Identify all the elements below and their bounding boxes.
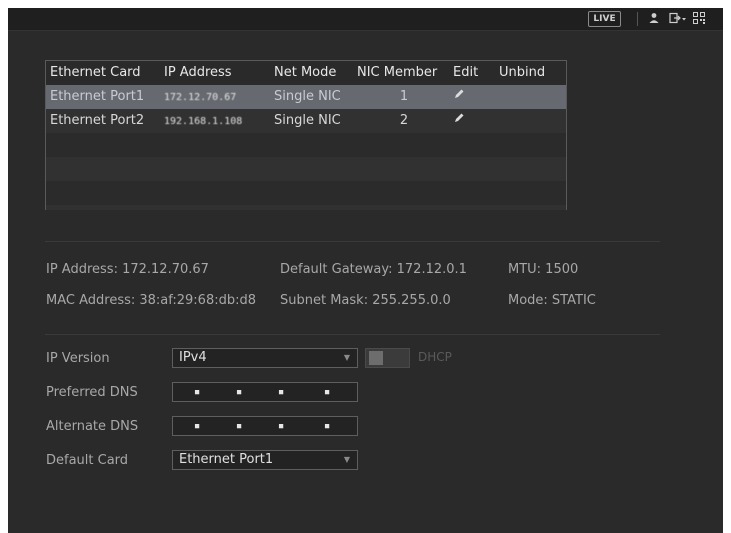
- row-ethernet-card: Ethernet Port2: [50, 113, 145, 128]
- unbind-cell: [495, 85, 565, 109]
- dns-octet[interactable]: ▪: [307, 419, 347, 432]
- row-ip-address: 172.12.70.67: [164, 92, 237, 103]
- row-ethernet-card: Ethernet Port1: [50, 89, 145, 104]
- info-mode: Mode: STATIC: [508, 293, 596, 308]
- header-nic-member: NIC Member: [357, 65, 438, 80]
- default-card-select[interactable]: Ethernet Port1 ▼: [172, 450, 358, 470]
- header-edit: Edit: [453, 65, 479, 80]
- table-row-empty: [46, 205, 566, 210]
- row-net-mode: Single NIC: [274, 113, 341, 128]
- dns-octet[interactable]: ▪: [261, 385, 301, 398]
- info-subnet-mask: Subnet Mask: 255.255.0.0: [280, 293, 451, 308]
- user-icon[interactable]: [647, 12, 661, 26]
- dhcp-label: DHCP: [418, 350, 452, 364]
- toggle-knob: [369, 351, 383, 365]
- header-ip-address: IP Address: [164, 65, 232, 80]
- live-button[interactable]: LIVE: [588, 11, 621, 27]
- info-mtu: MTU: 1500: [508, 262, 579, 277]
- divider: [45, 241, 660, 242]
- table-row-empty: [46, 133, 566, 157]
- header-net-mode: Net Mode: [274, 65, 337, 80]
- top-bar: LIVE: [8, 8, 723, 31]
- ip-version-value: IPv4: [179, 350, 207, 365]
- qr-code-icon[interactable]: [692, 12, 706, 26]
- alternate-dns-label: Alternate DNS: [46, 419, 139, 434]
- dns-octet[interactable]: ▪: [219, 419, 259, 432]
- topbar-divider: [637, 12, 638, 26]
- preferred-dns-input[interactable]: ▪ ▪ ▪ ▪: [172, 382, 358, 402]
- dns-octet[interactable]: ▪: [219, 385, 259, 398]
- divider: [45, 334, 660, 335]
- default-card-value: Ethernet Port1: [179, 452, 274, 467]
- header-unbind: Unbind: [499, 65, 546, 80]
- edit-button[interactable]: [451, 85, 495, 109]
- ip-version-label: IP Version: [46, 351, 110, 366]
- row-ip-address: 192.168.1.108: [164, 116, 243, 127]
- info-ip-address: IP Address: 172.12.70.67: [46, 262, 209, 277]
- chevron-down-icon: ▼: [343, 353, 350, 362]
- dns-octet[interactable]: ▪: [261, 419, 301, 432]
- table-row[interactable]: Ethernet Port1 172.12.70.67 Single NIC 1: [46, 85, 566, 109]
- pencil-icon: [453, 109, 465, 133]
- dns-octet[interactable]: ▪: [177, 419, 217, 432]
- pencil-icon: [453, 85, 465, 109]
- info-mac-address: MAC Address: 38:af:29:68:db:d8: [46, 293, 257, 308]
- default-card-label: Default Card: [46, 453, 129, 468]
- edit-button[interactable]: [451, 109, 495, 133]
- chevron-down-icon: ▼: [343, 455, 350, 464]
- row-nic-member: 1: [399, 89, 409, 104]
- unbind-cell: [495, 109, 565, 133]
- ethernet-card-table: Ethernet Card IP Address Net Mode NIC Me…: [45, 60, 567, 210]
- ip-version-select[interactable]: IPv4 ▼: [172, 348, 358, 368]
- table-row[interactable]: Ethernet Port2 192.168.1.108 Single NIC …: [46, 109, 566, 133]
- dns-octet[interactable]: ▪: [177, 385, 217, 398]
- dhcp-toggle[interactable]: [365, 348, 410, 368]
- header-ethernet-card: Ethernet Card: [50, 65, 141, 80]
- logout-icon[interactable]: [668, 12, 688, 26]
- alternate-dns-input[interactable]: ▪ ▪ ▪ ▪: [172, 416, 358, 436]
- table-row-empty: [46, 157, 566, 181]
- network-settings-window: LIVE Ethernet Card IP Address Net Mode N…: [8, 8, 723, 533]
- dns-octet[interactable]: ▪: [307, 385, 347, 398]
- row-nic-member: 2: [399, 113, 409, 128]
- table-row-empty: [46, 181, 566, 205]
- preferred-dns-label: Preferred DNS: [46, 385, 138, 400]
- table-header: Ethernet Card IP Address Net Mode NIC Me…: [46, 61, 566, 85]
- info-default-gateway: Default Gateway: 172.12.0.1: [280, 262, 467, 277]
- row-net-mode: Single NIC: [274, 89, 341, 104]
